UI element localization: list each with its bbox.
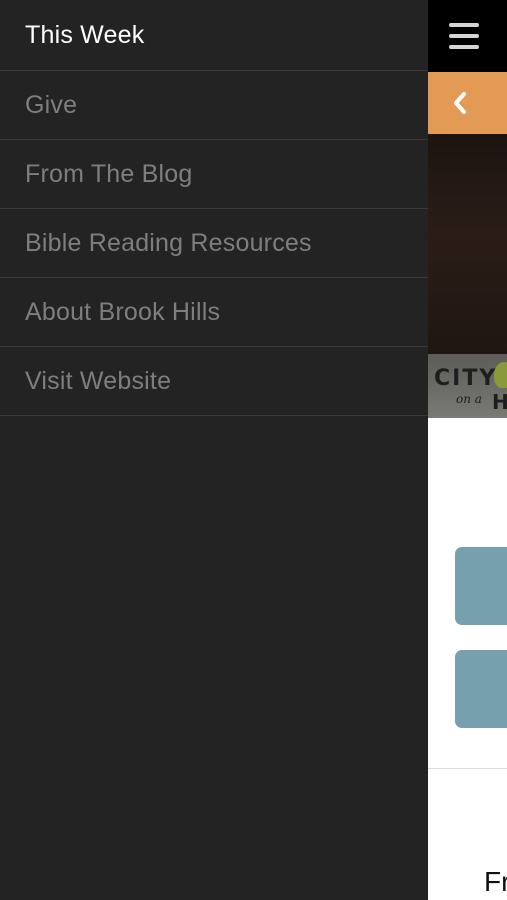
menu-item-visit-website[interactable]: Visit Website: [0, 347, 428, 416]
content-tile[interactable]: [455, 547, 507, 625]
top-bar: [428, 0, 507, 72]
menu-item-label: Visit Website: [25, 366, 172, 395]
menu-item-label: From The Blog: [25, 159, 193, 188]
content-tile[interactable]: [455, 650, 507, 728]
city-on-a-hill-logo: CITY on a H: [428, 354, 507, 418]
menu-item-from-the-blog[interactable]: From The Blog: [0, 140, 428, 209]
main-page-peek[interactable]: CITY on a H Fr: [428, 0, 507, 900]
back-bar: [428, 72, 507, 134]
menu-item-label: Give: [25, 90, 78, 119]
app-screen: This Week Give From The Blog Bible Readi…: [0, 0, 507, 900]
menu-item-give[interactable]: Give: [0, 71, 428, 140]
divider: [428, 768, 507, 769]
menu-item-bible-reading-resources[interactable]: Bible Reading Resources: [0, 209, 428, 278]
logo-letter: H: [492, 390, 507, 414]
chevron-left-icon[interactable]: [450, 90, 470, 116]
hamburger-menu-icon[interactable]: [449, 23, 479, 49]
menu-item-about-brook-hills[interactable]: About Brook Hills: [0, 278, 428, 347]
leaf-icon: [494, 362, 507, 388]
logo-word: CITY: [434, 366, 498, 391]
menu-item-this-week[interactable]: This Week: [0, 0, 428, 71]
menu-item-label: This Week: [25, 20, 145, 49]
menu-item-label: About Brook Hills: [25, 297, 221, 326]
side-menu: This Week Give From The Blog Bible Readi…: [0, 0, 428, 900]
hero-image: [428, 134, 507, 354]
section-heading: Fr: [484, 866, 507, 897]
logo-sub: on a: [456, 392, 482, 406]
menu-item-label: Bible Reading Resources: [25, 228, 312, 257]
